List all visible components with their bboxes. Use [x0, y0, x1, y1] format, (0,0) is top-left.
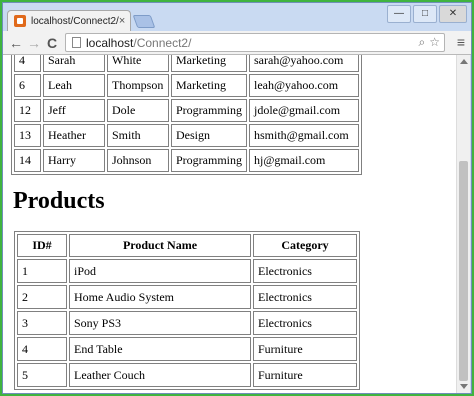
reload-button[interactable]: C [47, 34, 57, 52]
address-bar[interactable]: localhost/Connect2/ ⌕ ☆ [65, 33, 445, 52]
cell-first-name: Sarah [43, 55, 105, 72]
cell-id: 4 [14, 55, 41, 72]
cell-department: Programming [171, 149, 247, 172]
cell-first-name: Jeff [43, 99, 105, 122]
vertical-scrollbar[interactable] [456, 55, 470, 393]
scroll-up-icon[interactable] [460, 59, 468, 64]
cell-email: hj@gmail.com [249, 149, 359, 172]
products-header-row: ID# Product Name Category [17, 234, 357, 257]
window-controls: — □ ✕ [387, 5, 467, 23]
zoom-icon[interactable]: ⌕ [419, 35, 426, 50]
cell-department: Programming [171, 99, 247, 122]
tab-close-icon[interactable]: × [119, 15, 125, 27]
url-host: localhost [86, 35, 134, 50]
cell-category: Electronics [253, 285, 357, 309]
cell-email: sarah@yahoo.com [249, 55, 359, 72]
table-row: 14 Harry Johnson Programming hj@gmail.com [14, 149, 359, 172]
cell-product-name: End Table [69, 337, 251, 361]
cell-id: 2 [17, 285, 67, 309]
cell-category: Furniture [253, 337, 357, 361]
cell-product-name: iPod [69, 259, 251, 283]
cell-id: 3 [17, 311, 67, 335]
minimize-button[interactable]: — [387, 5, 411, 23]
scrollbar-thumb[interactable] [459, 161, 468, 381]
cell-category: Furniture [253, 363, 357, 387]
cell-department: Marketing [171, 74, 247, 97]
new-tab-button[interactable] [132, 15, 156, 28]
cell-email: jdole@gmail.com [249, 99, 359, 122]
tab-title: localhost/Connect2/ [31, 15, 119, 27]
url-text[interactable]: localhost/Connect2/ [86, 36, 419, 50]
cell-id: 5 [17, 363, 67, 387]
bookmark-star-icon[interactable]: ☆ [429, 35, 440, 50]
cell-department: Design [171, 124, 247, 147]
cell-email: hsmith@gmail.com [249, 124, 359, 147]
table-row: 3 Sony PS3 Electronics [17, 311, 357, 335]
browser-window: localhost/Connect2/ × — □ ✕ ← → C localh… [2, 2, 472, 394]
url-path: /Connect2/ [133, 35, 192, 50]
cell-id: 14 [14, 149, 41, 172]
browser-toolbar: ← → C localhost/Connect2/ ⌕ ☆ ≡ [3, 31, 471, 55]
cell-product-name: Sony PS3 [69, 311, 251, 335]
cell-id: 6 [14, 74, 41, 97]
back-button[interactable]: ← [9, 34, 23, 52]
cell-first-name: Harry [43, 149, 105, 172]
products-table: ID# Product Name Category 1 iPod Electroni… [14, 231, 360, 390]
cell-email: leah@yahoo.com [249, 74, 359, 97]
cell-category: Electronics [253, 259, 357, 283]
menu-icon[interactable]: ≡ [457, 34, 465, 50]
close-window-button[interactable]: ✕ [439, 5, 467, 23]
page-viewport: 4 Sarah White Marketing sarah@yahoo.com 6 Leah… [3, 55, 457, 393]
cell-last-name: Johnson [107, 149, 169, 172]
table-row: 13 Heather Smith Design hsmith@gmail.com [14, 124, 359, 147]
header-category: Category [253, 234, 357, 257]
table-row: 4 End Table Furniture [17, 337, 357, 361]
forward-button[interactable]: → [27, 34, 41, 52]
cell-last-name: Thompson [107, 74, 169, 97]
table-row: 5 Leather Couch Furniture [17, 363, 357, 387]
page-favicon-icon [14, 15, 26, 27]
cell-last-name: Smith [107, 124, 169, 147]
header-id: ID# [17, 234, 67, 257]
cell-id: 13 [14, 124, 41, 147]
cell-product-name: Leather Couch [69, 363, 251, 387]
cell-department: Marketing [171, 55, 247, 72]
cell-last-name: White [107, 55, 169, 72]
table-row: 6 Leah Thompson Marketing leah@yahoo.com [14, 74, 359, 97]
tab-active[interactable]: localhost/Connect2/ × [7, 10, 131, 31]
header-product-name: Product Name [69, 234, 251, 257]
table-row: 2 Home Audio System Electronics [17, 285, 357, 309]
cell-last-name: Dole [107, 99, 169, 122]
table-row: 12 Jeff Dole Programming jdole@gmail.com [14, 99, 359, 122]
maximize-button[interactable]: □ [413, 5, 437, 23]
cell-first-name: Heather [43, 124, 105, 147]
cell-first-name: Leah [43, 74, 105, 97]
tab-strip: localhost/Connect2/ × — □ ✕ [3, 3, 471, 31]
table-row: 1 iPod Electronics [17, 259, 357, 283]
table-row: 4 Sarah White Marketing sarah@yahoo.com [14, 55, 359, 72]
products-heading: Products [13, 188, 105, 214]
page-icon [72, 37, 81, 48]
cell-id: 4 [17, 337, 67, 361]
scroll-down-icon[interactable] [460, 384, 468, 389]
cell-category: Electronics [253, 311, 357, 335]
employees-table: 4 Sarah White Marketing sarah@yahoo.com 6 Leah… [11, 55, 362, 175]
cell-id: 1 [17, 259, 67, 283]
cell-product-name: Home Audio System [69, 285, 251, 309]
cell-id: 12 [14, 99, 41, 122]
